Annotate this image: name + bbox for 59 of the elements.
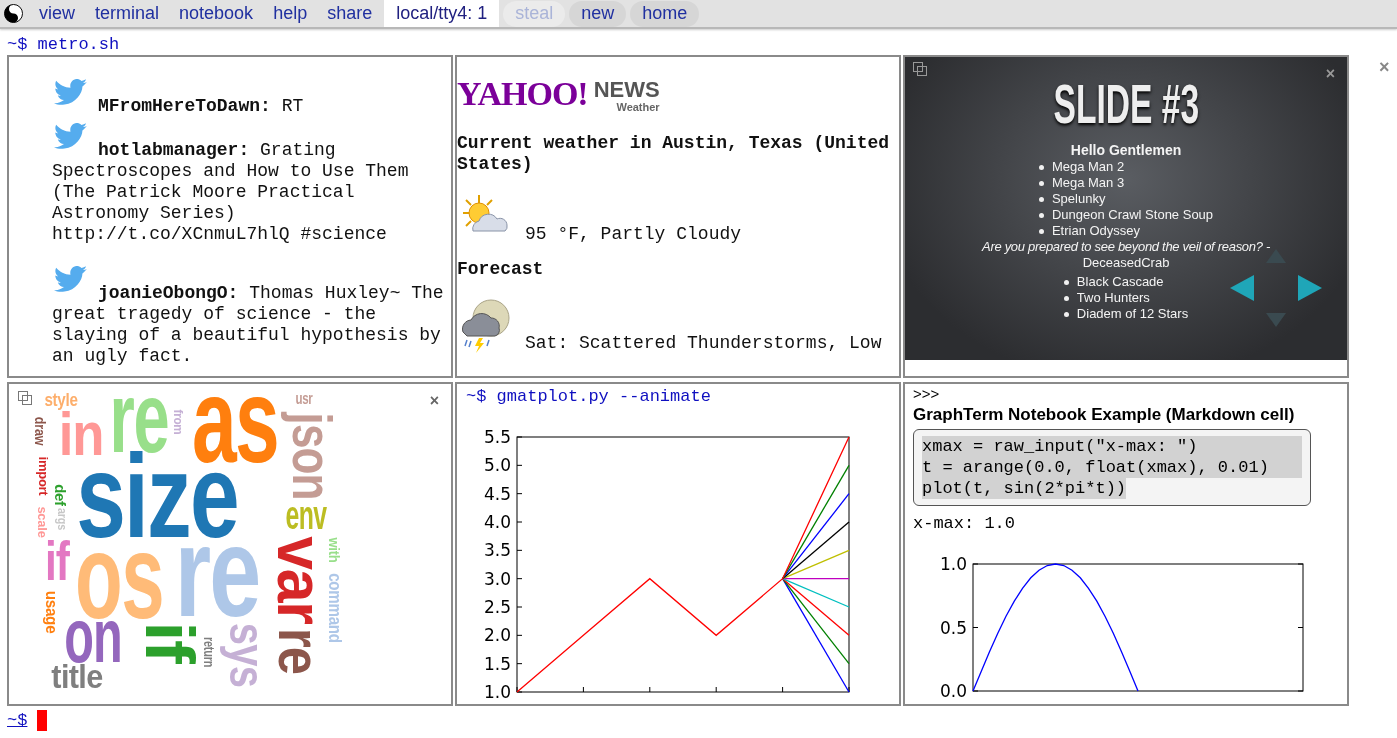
list-item: Black Cascade [1076, 274, 1164, 290]
y-tick-label: 3.0 [483, 568, 511, 589]
tweet-text: joanieObongO: Thomas Huxley~ The great tragedy of science - the slaying of a beautiful hypothesis by an ugly fact. [52, 266, 449, 367]
cloud-word: usr [295, 391, 313, 407]
tweet-text: MFromHereToDawn: RT [52, 79, 449, 123]
cloud-word: scale [35, 506, 49, 538]
y-tick-label: 0.0 [939, 681, 967, 701]
list-item: Etrian Odyssey [1051, 223, 1141, 239]
cloud-word: json [279, 412, 343, 500]
y-tick-label: 5.0 [483, 455, 511, 476]
logo-brand: YAHOO! [457, 75, 588, 113]
notebook-panel: >>> GraphTerm Notebook Example (Markdown cell) xmax = raw_input("x-max: ") t = arange(0.0, float(xmax), 0.01) plot(t, sin(2*pi*t)) x-max: 1.0 0.0 0.5 1.0 [903, 382, 1349, 706]
cloud-word: args [54, 508, 68, 530]
y-tick-label: 4.5 [483, 483, 511, 504]
tweet-text: hotlabmanager: Grating Spectroscopes and How to Use Them (The Patrick Moore Practical Astronomy Series) http://t.co/XCnmuL7hlQ #science [52, 123, 449, 245]
cloud-word: from [171, 409, 185, 435]
list-item: Two Hunters [1076, 290, 1150, 306]
cloud-word: sys [219, 622, 275, 688]
y-tick-label: 0.5 [939, 617, 967, 638]
weather-heading: Current weather in Austin, Texas (United States) [457, 133, 891, 175]
list-item: Mega Man 3 [1051, 175, 1125, 191]
cloud-word: command [325, 573, 345, 643]
cell-output: x-max: 1.0 [913, 514, 1017, 534]
cloud-word: def [52, 484, 68, 506]
cloud-word: with [326, 537, 342, 563]
cloud-word: return [202, 636, 216, 668]
y-tick-label: 2.0 [483, 625, 511, 646]
y-tick-label: 3.5 [483, 540, 511, 561]
slide-subtitle: Hello Gentlemen [1070, 141, 1182, 159]
command-line: ~$ gmatplot.py --animate [465, 386, 712, 408]
y-tick-label: 1.0 [939, 554, 967, 574]
slide-title: SLIDE #3 [1053, 79, 1199, 129]
y-tick-label: 4.0 [483, 512, 511, 532]
y-tick-label: 1.0 [483, 682, 511, 702]
slide-quote: Are you prepared to see beyond the veil of reason? - [982, 239, 1270, 255]
y-tick-label: 5.5 [483, 427, 511, 447]
cloud-word: re [275, 627, 323, 675]
command-line: ~$ metro.sh [6, 34, 121, 55]
list-item: Spelunky [1051, 191, 1106, 207]
forecast-text: Sat: Scattered Thunderstorms, Low [525, 333, 882, 354]
y-tick-label: 1.5 [483, 653, 511, 674]
forecast-heading: Forecast [457, 259, 545, 280]
cloud-word: if [138, 621, 200, 663]
logo-subsection: Weather [616, 101, 660, 113]
quote-author: DeceasedCrab [1082, 255, 1170, 271]
cloud-word: var [270, 536, 328, 624]
logo-section: NEWS [593, 79, 660, 101]
current-weather: 95 °F, Partly Cloudy [525, 224, 742, 245]
list-item: Mega Man 2 [1051, 159, 1125, 175]
cloud-word: usage [41, 590, 61, 634]
markdown-heading: GraphTerm Notebook Example (Markdown cell) [913, 404, 1296, 426]
cloud-word: env [285, 497, 327, 533]
y-tick-label: 2.5 [483, 597, 511, 617]
cloud-word: if [44, 537, 70, 587]
list-item: Dungeon Crawl Stone Soup [1051, 207, 1214, 223]
notebook-prompt: >>> [913, 386, 941, 402]
list-item: Diadem of 12 Stars [1076, 306, 1189, 322]
cloud-word: import [35, 456, 51, 496]
cloud-word: draw [33, 416, 47, 446]
